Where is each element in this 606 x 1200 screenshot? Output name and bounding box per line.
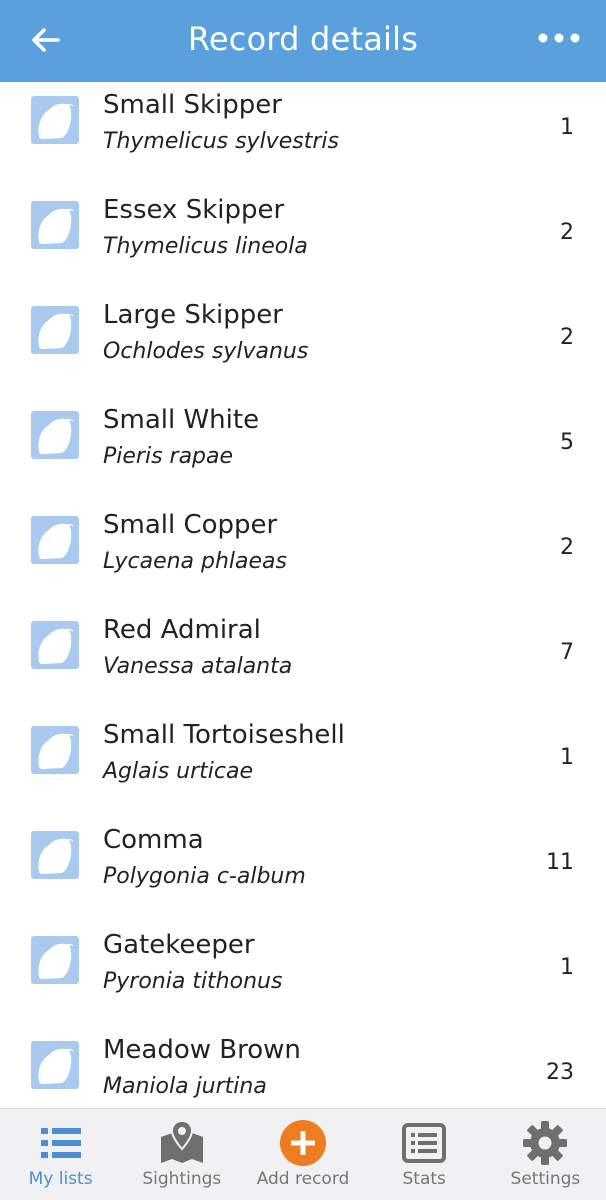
list-item[interactable]: Small White Pieris rapae 5 xyxy=(0,397,606,502)
record-count: 1 xyxy=(560,955,574,980)
species-latin-name: Thymelicus sylvestris xyxy=(103,129,339,154)
species-common-name: Comma xyxy=(103,825,204,855)
species-latin-name: Lycaena phlaeas xyxy=(103,549,288,574)
list-item[interactable]: Essex Skipper Thymelicus lineola 2 xyxy=(0,187,606,292)
list-item[interactable]: Small Tortoiseshell Aglais urticae 1 xyxy=(0,712,606,817)
species-latin-name: Maniola jurtina xyxy=(103,1074,267,1099)
tab-sightings[interactable]: Sightings xyxy=(121,1109,242,1200)
list-icon xyxy=(37,1119,85,1167)
butterfly-icon xyxy=(31,306,79,354)
tab-label: Stats xyxy=(402,1169,446,1189)
species-latin-name: Ochlodes sylvanus xyxy=(103,339,309,364)
species-common-name: Large Skipper xyxy=(103,300,283,330)
species-common-name: Meadow Brown xyxy=(103,1035,301,1065)
species-common-name: Small Skipper xyxy=(103,90,282,120)
butterfly-icon xyxy=(31,831,79,879)
species-common-name: Small Copper xyxy=(103,510,278,540)
list-item[interactable]: Small Copper Lycaena phlaeas 2 xyxy=(0,502,606,607)
record-count: 2 xyxy=(560,325,574,350)
list-item[interactable]: Small Skipper Thymelicus sylvestris 1 xyxy=(0,82,606,187)
record-count: 1 xyxy=(560,115,574,140)
species-latin-name: Pyronia tithonus xyxy=(103,969,283,994)
tab-label: My lists xyxy=(28,1169,93,1189)
species-latin-name: Aglais urticae xyxy=(103,759,254,784)
list-item[interactable]: Red Admiral Vanessa atalanta 7 xyxy=(0,607,606,712)
butterfly-icon xyxy=(31,936,79,984)
species-latin-name: Vanessa atalanta xyxy=(103,654,293,679)
bottom-tab-bar: My lists Sightings Add record Stats Settings xyxy=(0,1108,606,1200)
record-count: 2 xyxy=(560,220,574,245)
record-count: 5 xyxy=(560,430,574,455)
butterfly-icon xyxy=(31,96,79,144)
record-count: 23 xyxy=(546,1060,574,1085)
page-title: Record details xyxy=(187,20,419,58)
butterfly-icon xyxy=(31,516,79,564)
butterfly-icon xyxy=(31,621,79,669)
species-common-name: Gatekeeper xyxy=(103,930,255,960)
gear-icon xyxy=(521,1119,569,1167)
list-item[interactable]: Comma Polygonia c-album 11 xyxy=(0,817,606,922)
add-circle-icon xyxy=(279,1119,327,1167)
app-header: Record details xyxy=(0,0,606,82)
tab-label: Sightings xyxy=(142,1169,222,1189)
app-screen: Record details Small Skipper Thymelicus s… xyxy=(0,0,606,1200)
species-common-name: Small White xyxy=(103,405,260,435)
stats-list-icon xyxy=(400,1119,448,1167)
record-count: 7 xyxy=(560,640,574,665)
butterfly-icon xyxy=(31,411,79,459)
species-latin-name: Thymelicus lineola xyxy=(103,234,308,259)
species-latin-name: Polygonia c-album xyxy=(103,864,306,889)
tab-label: Settings xyxy=(510,1169,581,1189)
tab-settings[interactable]: Settings xyxy=(485,1109,606,1200)
species-common-name: Red Admiral xyxy=(103,615,261,645)
tab-my-lists[interactable]: My lists xyxy=(0,1109,121,1200)
tab-add-record[interactable]: Add record xyxy=(242,1109,363,1200)
map-pin-icon xyxy=(158,1119,206,1167)
butterfly-icon xyxy=(31,726,79,774)
more-horizontal-icon[interactable] xyxy=(536,24,582,52)
butterfly-icon xyxy=(31,1041,79,1089)
species-common-name: Small Tortoiseshell xyxy=(103,720,345,750)
list-item[interactable]: Large Skipper Ochlodes sylvanus 2 xyxy=(0,292,606,397)
species-latin-name: Pieris rapae xyxy=(103,444,234,469)
list-item[interactable]: Gatekeeper Pyronia tithonus 1 xyxy=(0,922,606,1027)
butterfly-icon xyxy=(31,201,79,249)
record-count: 1 xyxy=(560,745,574,770)
arrow-left-icon[interactable] xyxy=(28,22,64,58)
tab-label: Add record xyxy=(256,1169,350,1189)
record-count: 11 xyxy=(546,850,574,875)
tab-stats[interactable]: Stats xyxy=(364,1109,485,1200)
record-count: 2 xyxy=(560,535,574,560)
species-common-name: Essex Skipper xyxy=(103,195,285,225)
record-list: Small Skipper Thymelicus sylvestris 1 Essex… xyxy=(0,82,606,1132)
